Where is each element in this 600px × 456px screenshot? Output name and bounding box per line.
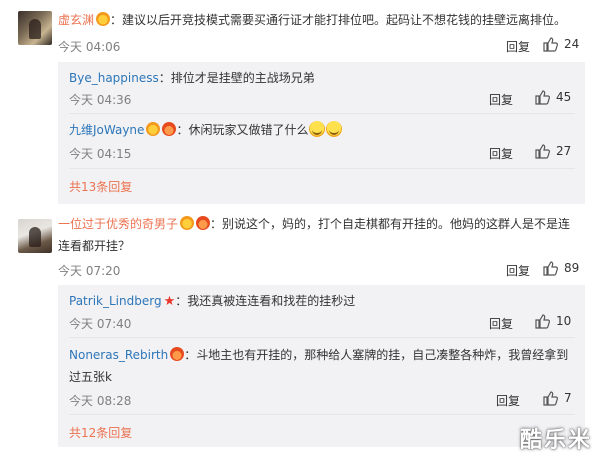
reply-button[interactable]: 回复 (489, 145, 513, 162)
thumbs-up-icon (535, 144, 550, 159)
like-button[interactable]: 24 (542, 36, 579, 52)
reply-line: Noneras_Rebirth ：斗地主也有开挂的，那种给人塞牌的挂，自己凑整各种… (69, 346, 568, 364)
avatar[interactable] (18, 11, 52, 45)
comment-username[interactable]: 虚玄渊 (58, 13, 94, 27)
watermark-logo: 酷乐米 (519, 428, 592, 453)
reply-button[interactable]: 回复 (506, 262, 530, 279)
flame-badge-icon (196, 216, 211, 230)
comment-text-continued: 连看都开挂？ (58, 239, 131, 253)
reply-username[interactable]: 九维JoWayne (69, 123, 144, 137)
comment-line: 虚玄渊 ：建议以后开竞技模式需要买通行证才能打排位吧。起码让不想花钱的挂壁远离排位… (58, 11, 566, 29)
flame-badge-icon (170, 347, 185, 361)
like-button[interactable]: 89 (542, 260, 579, 276)
reply-username[interactable]: Bye_happiness (69, 71, 159, 85)
crown-badge-icon (96, 12, 111, 26)
like-button[interactable]: 7 (542, 390, 572, 406)
like-count: 7 (564, 391, 572, 405)
reply-button[interactable]: 回复 (489, 91, 513, 108)
reply-username[interactable]: Patrik_Lindberg (69, 294, 162, 308)
reply-text-continued: 过五张k (69, 370, 112, 384)
like-button[interactable]: 10 (534, 313, 571, 329)
reply-time: 今天 08:28 (69, 394, 132, 408)
comment-username[interactable]: 一位过于优秀的奇男子 (58, 217, 178, 231)
flame-badge-icon (162, 122, 177, 136)
comment-time: 今天 07:20 (58, 264, 121, 278)
reply-text: ：我还真被连连看和找茬的挂秒过 (175, 294, 356, 308)
comment-text: ：建议以后开竞技模式需要买通行证才能打排位吧。起码让不想花钱的挂壁远离排位。 (110, 13, 567, 27)
grin-emoji-icon (326, 121, 343, 137)
comment-time: 今天 04:06 (58, 40, 121, 54)
more-replies-link[interactable]: 共12条回复 (69, 424, 132, 441)
divider (69, 414, 575, 415)
star-badge-icon: ★ (163, 294, 176, 309)
thumbs-up-icon (543, 261, 558, 276)
thumbs-up-icon (543, 37, 558, 52)
crown-badge-icon (146, 122, 161, 136)
grin-emoji-icon (309, 121, 326, 137)
divider (69, 337, 575, 338)
comment-text: ：别说这个，妈的，打个自走棋都有开挂的。他妈的这群人是不是连 (210, 217, 571, 231)
more-replies-link[interactable]: 共13条回复 (69, 178, 132, 195)
reply-line: Bye_happiness：排位才是挂壁的主战场兄弟 (69, 69, 315, 87)
reply-button[interactable]: 回复 (489, 315, 513, 332)
reply-username[interactable]: Noneras_Rebirth (69, 348, 168, 362)
thumbs-up-icon (535, 314, 550, 329)
reply-time: 今天 04:36 (69, 93, 132, 107)
reply-text: ：休闲玩家又做错了什么 (176, 123, 309, 137)
like-button[interactable]: 27 (534, 143, 571, 159)
reply-time: 今天 07:40 (69, 317, 132, 331)
like-count: 45 (556, 90, 572, 104)
like-count: 27 (556, 144, 572, 158)
comment-line: 一位过于优秀的奇男子 ：别说这个，妈的，打个自走棋都有开挂的。他妈的这群人是不是连 (58, 215, 570, 233)
reply-text: ：排位才是挂壁的主战场兄弟 (158, 71, 315, 85)
reply-button[interactable]: 回复 (506, 38, 530, 55)
divider (69, 168, 575, 169)
like-count: 89 (564, 261, 580, 275)
like-button[interactable]: 45 (534, 89, 571, 105)
reply-line: Patrik_Lindberg ★：我还真被连连看和找茬的挂秒过 (69, 292, 355, 311)
thumbs-up-icon (535, 90, 550, 105)
reply-button[interactable]: 回复 (496, 392, 520, 409)
reply-text: ：斗地主也有开挂的，那种给人塞牌的挂，自己凑整各种炸，我曾经拿到 (184, 348, 569, 362)
reply-time: 今天 04:15 (69, 147, 132, 161)
like-count: 10 (556, 314, 572, 328)
avatar[interactable] (18, 219, 52, 253)
divider (69, 113, 575, 114)
thumbs-up-icon (543, 391, 558, 406)
like-count: 24 (564, 37, 580, 51)
reply-line: 九维JoWayne ：休闲玩家又做错了什么 (69, 121, 343, 139)
crown-badge-icon (180, 216, 195, 230)
